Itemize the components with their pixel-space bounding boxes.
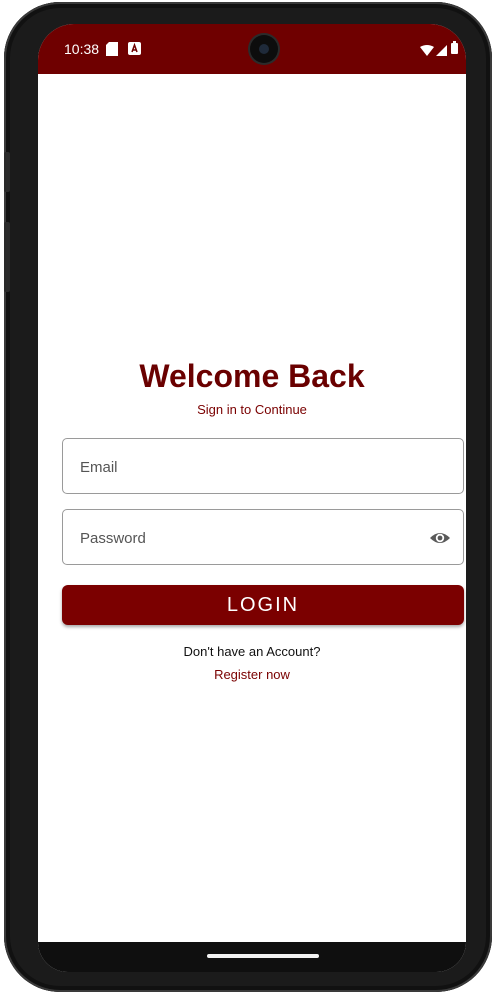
- screen: 10:38 Welcome Back Sign in to Continue E…: [38, 24, 466, 972]
- page-title: Welcome Back: [139, 358, 365, 394]
- login-button[interactable]: LOGIN: [62, 585, 464, 625]
- status-time: 10:38: [64, 41, 100, 57]
- password-input[interactable]: [78, 510, 412, 566]
- phone-frame: 10:38 Welcome Back Sign in to Continue E…: [4, 2, 492, 992]
- register-link[interactable]: Register now: [38, 667, 466, 682]
- home-indicator[interactable]: [207, 954, 319, 958]
- wifi-icon: [420, 43, 434, 61]
- front-camera: [250, 35, 278, 63]
- email-field[interactable]: [62, 438, 464, 495]
- battery-icon: [451, 41, 458, 59]
- eye-icon[interactable]: [429, 527, 451, 549]
- sd-card-icon: [106, 42, 118, 61]
- signal-icon: [436, 43, 447, 61]
- no-account-text: Don't have an Account?: [183, 644, 321, 659]
- status-bar: 10:38: [38, 24, 466, 74]
- password-field[interactable]: [62, 509, 464, 566]
- side-button: [4, 222, 10, 292]
- email-input[interactable]: [78, 439, 412, 495]
- app-notification-icon: [128, 42, 141, 60]
- page-subtitle: Sign in to Continue: [197, 402, 307, 417]
- side-button: [4, 152, 10, 192]
